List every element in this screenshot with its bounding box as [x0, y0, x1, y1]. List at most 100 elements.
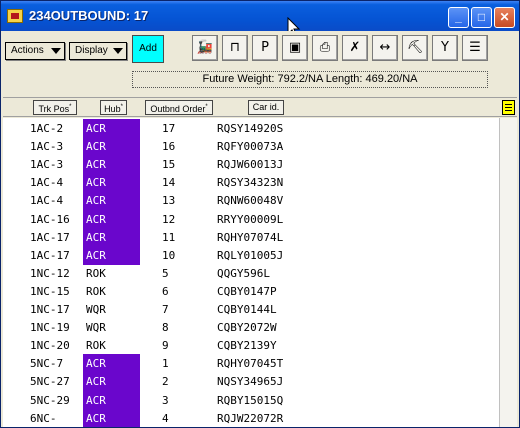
column-outbnd-order[interactable]: Outbnd Order* [145, 100, 213, 115]
outbnd-order-cell: 11 [162, 230, 176, 244]
toolbar: Actions Display Add 🚂 ⊓ P ▣ ⎙ ✗ ↔ ⛏ Y ☰ … [3, 31, 517, 97]
window-title: 234OUTBOUND: 17 [29, 8, 149, 23]
table-row[interactable]: 1AC-4 ACR 13 RQNW60048V [3, 191, 499, 211]
hub-cell: ROK [86, 266, 106, 280]
outbnd-order-cell: 17 [162, 122, 176, 135]
close-button[interactable]: ✕ [494, 7, 515, 28]
display-dropdown[interactable]: Display [69, 42, 127, 60]
split-icon[interactable]: Y [432, 35, 458, 61]
outbnd-order-label: Outbnd Order [150, 104, 206, 114]
hub-cell: WQR [86, 321, 106, 335]
outbnd-order-cell: 1 [162, 357, 169, 371]
trk-pos-cell: 1NC-19 [30, 321, 70, 335]
column-hub[interactable]: Hub* [100, 100, 127, 115]
column-trk-pos[interactable]: Trk Pos* [33, 100, 77, 115]
hub-cell: ACR [83, 209, 140, 229]
hub-cell: ACR [83, 390, 140, 410]
outbnd-order-cell: 14 [162, 176, 176, 190]
trk-pos-cell: 1AC-3 [30, 140, 64, 154]
hub-cell: ACR [83, 372, 140, 392]
table-row[interactable]: 1AC-4 ACR 14 RQSY34323N [3, 173, 499, 193]
table-row[interactable]: 1AC-3 ACR 15 RQJW60013J [3, 155, 499, 175]
title-bar[interactable]: 234OUTBOUND: 17 _ □ ✕ [1, 1, 519, 38]
trk-pos-cell: 5NC-7 [30, 357, 64, 371]
table-row[interactable]: 5NC-29 ACR 3 RQBY15015Q [3, 390, 499, 410]
car-id-cell: CQBY0144L [217, 303, 277, 316]
table-row[interactable]: 6NC- ACR 4 RQJW22072R [3, 408, 499, 427]
car-id-cell: RQHY07045T [217, 357, 284, 371]
trk-pos-cell: 1AC-2 [30, 122, 64, 135]
display-label: Display [75, 45, 108, 56]
car-id-cell: RQHY07074L [217, 230, 284, 244]
crane-icon[interactable]: ⛏ [402, 35, 428, 61]
table-row[interactable]: 1AC-17 ACR 10 RQLY01005J [3, 245, 499, 265]
weight-length-status: Future Weight: 792.2/NA Length: 469.20/N… [132, 71, 488, 88]
hub-cell: ACR [83, 137, 140, 157]
car-id-cell: RQLY01005J [217, 248, 284, 262]
table-row[interactable]: 1NC-19 WQR 8 CQBY2072W [3, 318, 499, 337]
hub-cell: ACR [83, 155, 140, 175]
table-row[interactable]: 1NC-17 WQR 7 CQBY0144L [3, 300, 499, 319]
minimize-button[interactable]: _ [448, 7, 469, 28]
locomotive-icon[interactable]: 🚂 [192, 35, 218, 61]
car-id-cell: QQGY596L [217, 266, 270, 280]
car-id-label: Car id. [252, 102, 280, 112]
trk-pos-cell: 1AC-4 [30, 194, 64, 208]
table-row[interactable]: 1NC-15 ROK 6 CQBY0147P [3, 282, 499, 301]
actions-dropdown[interactable]: Actions [5, 42, 65, 60]
table-row[interactable]: 1AC-17 ACR 11 RQHY07074L [3, 227, 499, 247]
actions-label: Actions [11, 45, 44, 56]
car-id-cell: RQJW60013J [217, 158, 284, 172]
table-row[interactable]: 1NC-12 ROK 5 QQGY596L [3, 264, 499, 283]
hub-cell: ACR [83, 408, 140, 427]
hub-cell: ACR [83, 245, 140, 265]
table-row[interactable]: 5NC-7 ACR 1 RQHY07045T [3, 354, 499, 374]
outbnd-order-cell: 12 [162, 212, 176, 226]
hub-cell: ROK [86, 284, 106, 298]
trk-pos-cell: 1NC-20 [30, 339, 70, 353]
place-car-icon[interactable]: P [252, 35, 278, 61]
chevron-down-icon [51, 48, 61, 54]
hub-cell: ROK [86, 339, 106, 353]
scrollbar[interactable] [499, 118, 517, 427]
hub-cell: ACR [83, 354, 140, 374]
table-row[interactable]: 1AC-16 ACR 12 RRYY00009L [3, 209, 499, 229]
print-icon[interactable]: ⎙ [312, 35, 338, 61]
trk-pos-cell: 1AC-4 [30, 176, 64, 190]
car-id-cell: RQFY00073A [217, 140, 284, 154]
table-row[interactable]: 1NC-20 ROK 9 CQBY2139Y [3, 336, 499, 355]
trk-pos-cell: 1AC-3 [30, 158, 64, 172]
app-icon [7, 9, 23, 23]
trk-pos-cell: 1NC-17 [30, 303, 70, 316]
column-car-id[interactable]: Car id. [248, 100, 284, 115]
hub-cell: WQR [86, 303, 106, 316]
trk-pos-cell: 1AC-16 [30, 212, 70, 226]
hub-label: Hub [104, 104, 121, 114]
table-row[interactable]: 5NC-27 ACR 2 NQSY34965J [3, 372, 499, 392]
outbnd-order-cell: 7 [162, 303, 169, 316]
car-list: 1AC-2 ACR 17 RQSY14920S 1AC-3 ACR 16 RQFY00073A… [3, 118, 499, 427]
outbnd-order-cell: 16 [162, 140, 176, 154]
list-view-icon[interactable]: ☰ [462, 35, 488, 61]
outbnd-order-cell: 9 [162, 339, 169, 353]
table-row[interactable]: 1AC-2 ACR 17 RQSY14920S [3, 119, 499, 138]
table-row[interactable]: 1AC-3 ACR 16 RQFY00073A [3, 137, 499, 157]
trk-pos-cell: 1AC-17 [30, 248, 70, 262]
trk-pos-cell: 1AC-17 [30, 230, 70, 244]
trk-pos-cell: 1NC-15 [30, 284, 70, 298]
column-header-row: Trk Pos* Hub* Outbnd Order* Car id. [3, 97, 517, 117]
railcar-icon[interactable]: ⊓ [222, 35, 248, 61]
car-id-cell: RQSY14920S [217, 122, 284, 135]
car-id-cell: CQBY0147P [217, 284, 277, 298]
main-window: 234OUTBOUND: 17 _ □ ✕ Actions Display Ad… [0, 0, 520, 428]
hub-cell: ACR [83, 173, 140, 193]
move-arrows-icon[interactable]: ↔ [372, 35, 398, 61]
trk-pos-cell: 6NC- [30, 411, 57, 425]
car-id-cell: CQBY2072W [217, 321, 277, 335]
add-button[interactable]: Add [132, 35, 164, 63]
maximize-button[interactable]: □ [471, 7, 492, 28]
box-car-icon[interactable]: ▣ [282, 35, 308, 61]
column-menu-icon[interactable] [502, 100, 515, 115]
outbnd-order-cell: 3 [162, 393, 169, 407]
remove-car-icon[interactable]: ✗ [342, 35, 368, 61]
